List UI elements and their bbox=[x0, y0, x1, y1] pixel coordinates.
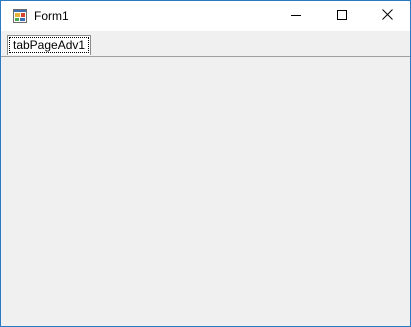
maximize-button[interactable] bbox=[319, 1, 365, 31]
minimize-icon bbox=[291, 7, 301, 25]
form-app-icon bbox=[13, 9, 27, 23]
title-bar[interactable]: Form1 bbox=[1, 1, 410, 31]
maximize-icon bbox=[337, 7, 347, 25]
form-window: Form1 tabPageAdv1 bbox=[0, 0, 411, 327]
window-title: Form1 bbox=[34, 9, 69, 23]
tab-page-content[interactable] bbox=[1, 57, 410, 326]
tab-strip: tabPageAdv1 bbox=[1, 31, 410, 57]
tab-tabpageadv1[interactable]: tabPageAdv1 bbox=[7, 35, 92, 55]
close-button[interactable] bbox=[364, 1, 410, 31]
minimize-button[interactable] bbox=[273, 1, 319, 31]
close-icon bbox=[381, 7, 393, 25]
